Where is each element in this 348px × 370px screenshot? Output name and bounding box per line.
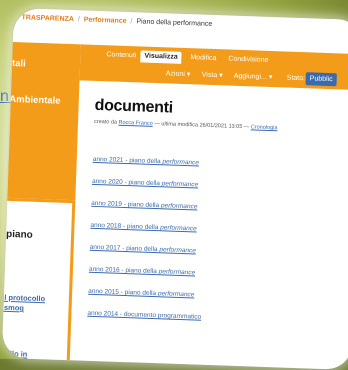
stato-label: Stato: xyxy=(286,74,306,83)
sidebar-link-ii-livello-ambientale[interactable]: l II livello in ambientale xyxy=(2,348,67,370)
history-link[interactable]: Cronologia xyxy=(251,124,278,131)
nav-item-ti[interactable]: ti xyxy=(2,139,78,154)
breadcrumb-current: Piano della performance xyxy=(136,18,213,28)
left-navigation: mbientali rio Opere zione Ambientale sti… xyxy=(1,40,81,370)
breadcrumb-separator: / xyxy=(130,18,133,26)
stato-menu[interactable]: Pubblic xyxy=(305,72,337,87)
tab-contenuti[interactable]: Contenuti xyxy=(102,49,140,62)
document-link-2021[interactable]: anno 2021 - piano della performance xyxy=(93,156,199,167)
tab-condivisione[interactable]: Condivisione xyxy=(224,53,272,67)
breadcrumb-performance[interactable]: Performance xyxy=(84,16,127,24)
author-link[interactable]: Rocca Franco xyxy=(118,120,152,127)
breadcrumb-trasparenza[interactable]: TRASPARENZA xyxy=(21,14,74,23)
content-tab-bar: Contenuti Visualizza Modifica Condivisio… xyxy=(79,44,348,91)
sidebar-box-title: no piano xyxy=(2,228,33,241)
tab-visualizza[interactable]: Visualizza xyxy=(140,50,182,64)
document-link-2020[interactable]: anno 2020 - piano della performance xyxy=(92,178,198,189)
document-link-2014[interactable]: anno 2014 - documento programmatico xyxy=(87,310,201,321)
aggiungi-menu[interactable]: Aggiungi... ▾ xyxy=(234,71,273,84)
nav-item-gestione-ambientale[interactable]: zione Ambientale xyxy=(2,93,79,108)
sidebar-box: no piano o del protocollo antismog l II … xyxy=(1,196,76,370)
document-link-2019[interactable]: anno 2019 - piano della performance xyxy=(91,200,197,211)
azioni-menu[interactable]: Azioni ▾ xyxy=(166,68,191,81)
document-link-2018[interactable]: anno 2018 - piano della performance xyxy=(90,222,196,233)
document-link-2016[interactable]: anno 2016 - piano della performance xyxy=(89,266,195,277)
breadcrumb-separator: / xyxy=(15,14,18,22)
document-link-2017[interactable]: anno 2017 - piano della performance xyxy=(90,244,196,255)
breadcrumb: / TRASPARENZA / Performance / Piano dell… xyxy=(14,14,213,28)
page-preview: / TRASPARENZA / Performance / Piano dell… xyxy=(1,8,348,370)
document-byline: creato da Rocca Franco — ultima modifica… xyxy=(94,119,278,131)
document-link-2015[interactable]: anno 2015 - piano della performance xyxy=(88,288,194,299)
tab-modifica[interactable]: Modifica xyxy=(186,52,220,65)
vista-menu[interactable]: Vista ▾ xyxy=(202,70,223,83)
breadcrumb-separator: / xyxy=(77,16,80,24)
page-title: documenti xyxy=(94,96,174,117)
last-modified: — ultima modifica 26/01/2021 13:05 — xyxy=(154,120,250,131)
sidebar-link-protocollo-antismog[interactable]: o del protocollo antismog xyxy=(2,292,69,315)
byline-prefix: creato da xyxy=(93,118,118,126)
